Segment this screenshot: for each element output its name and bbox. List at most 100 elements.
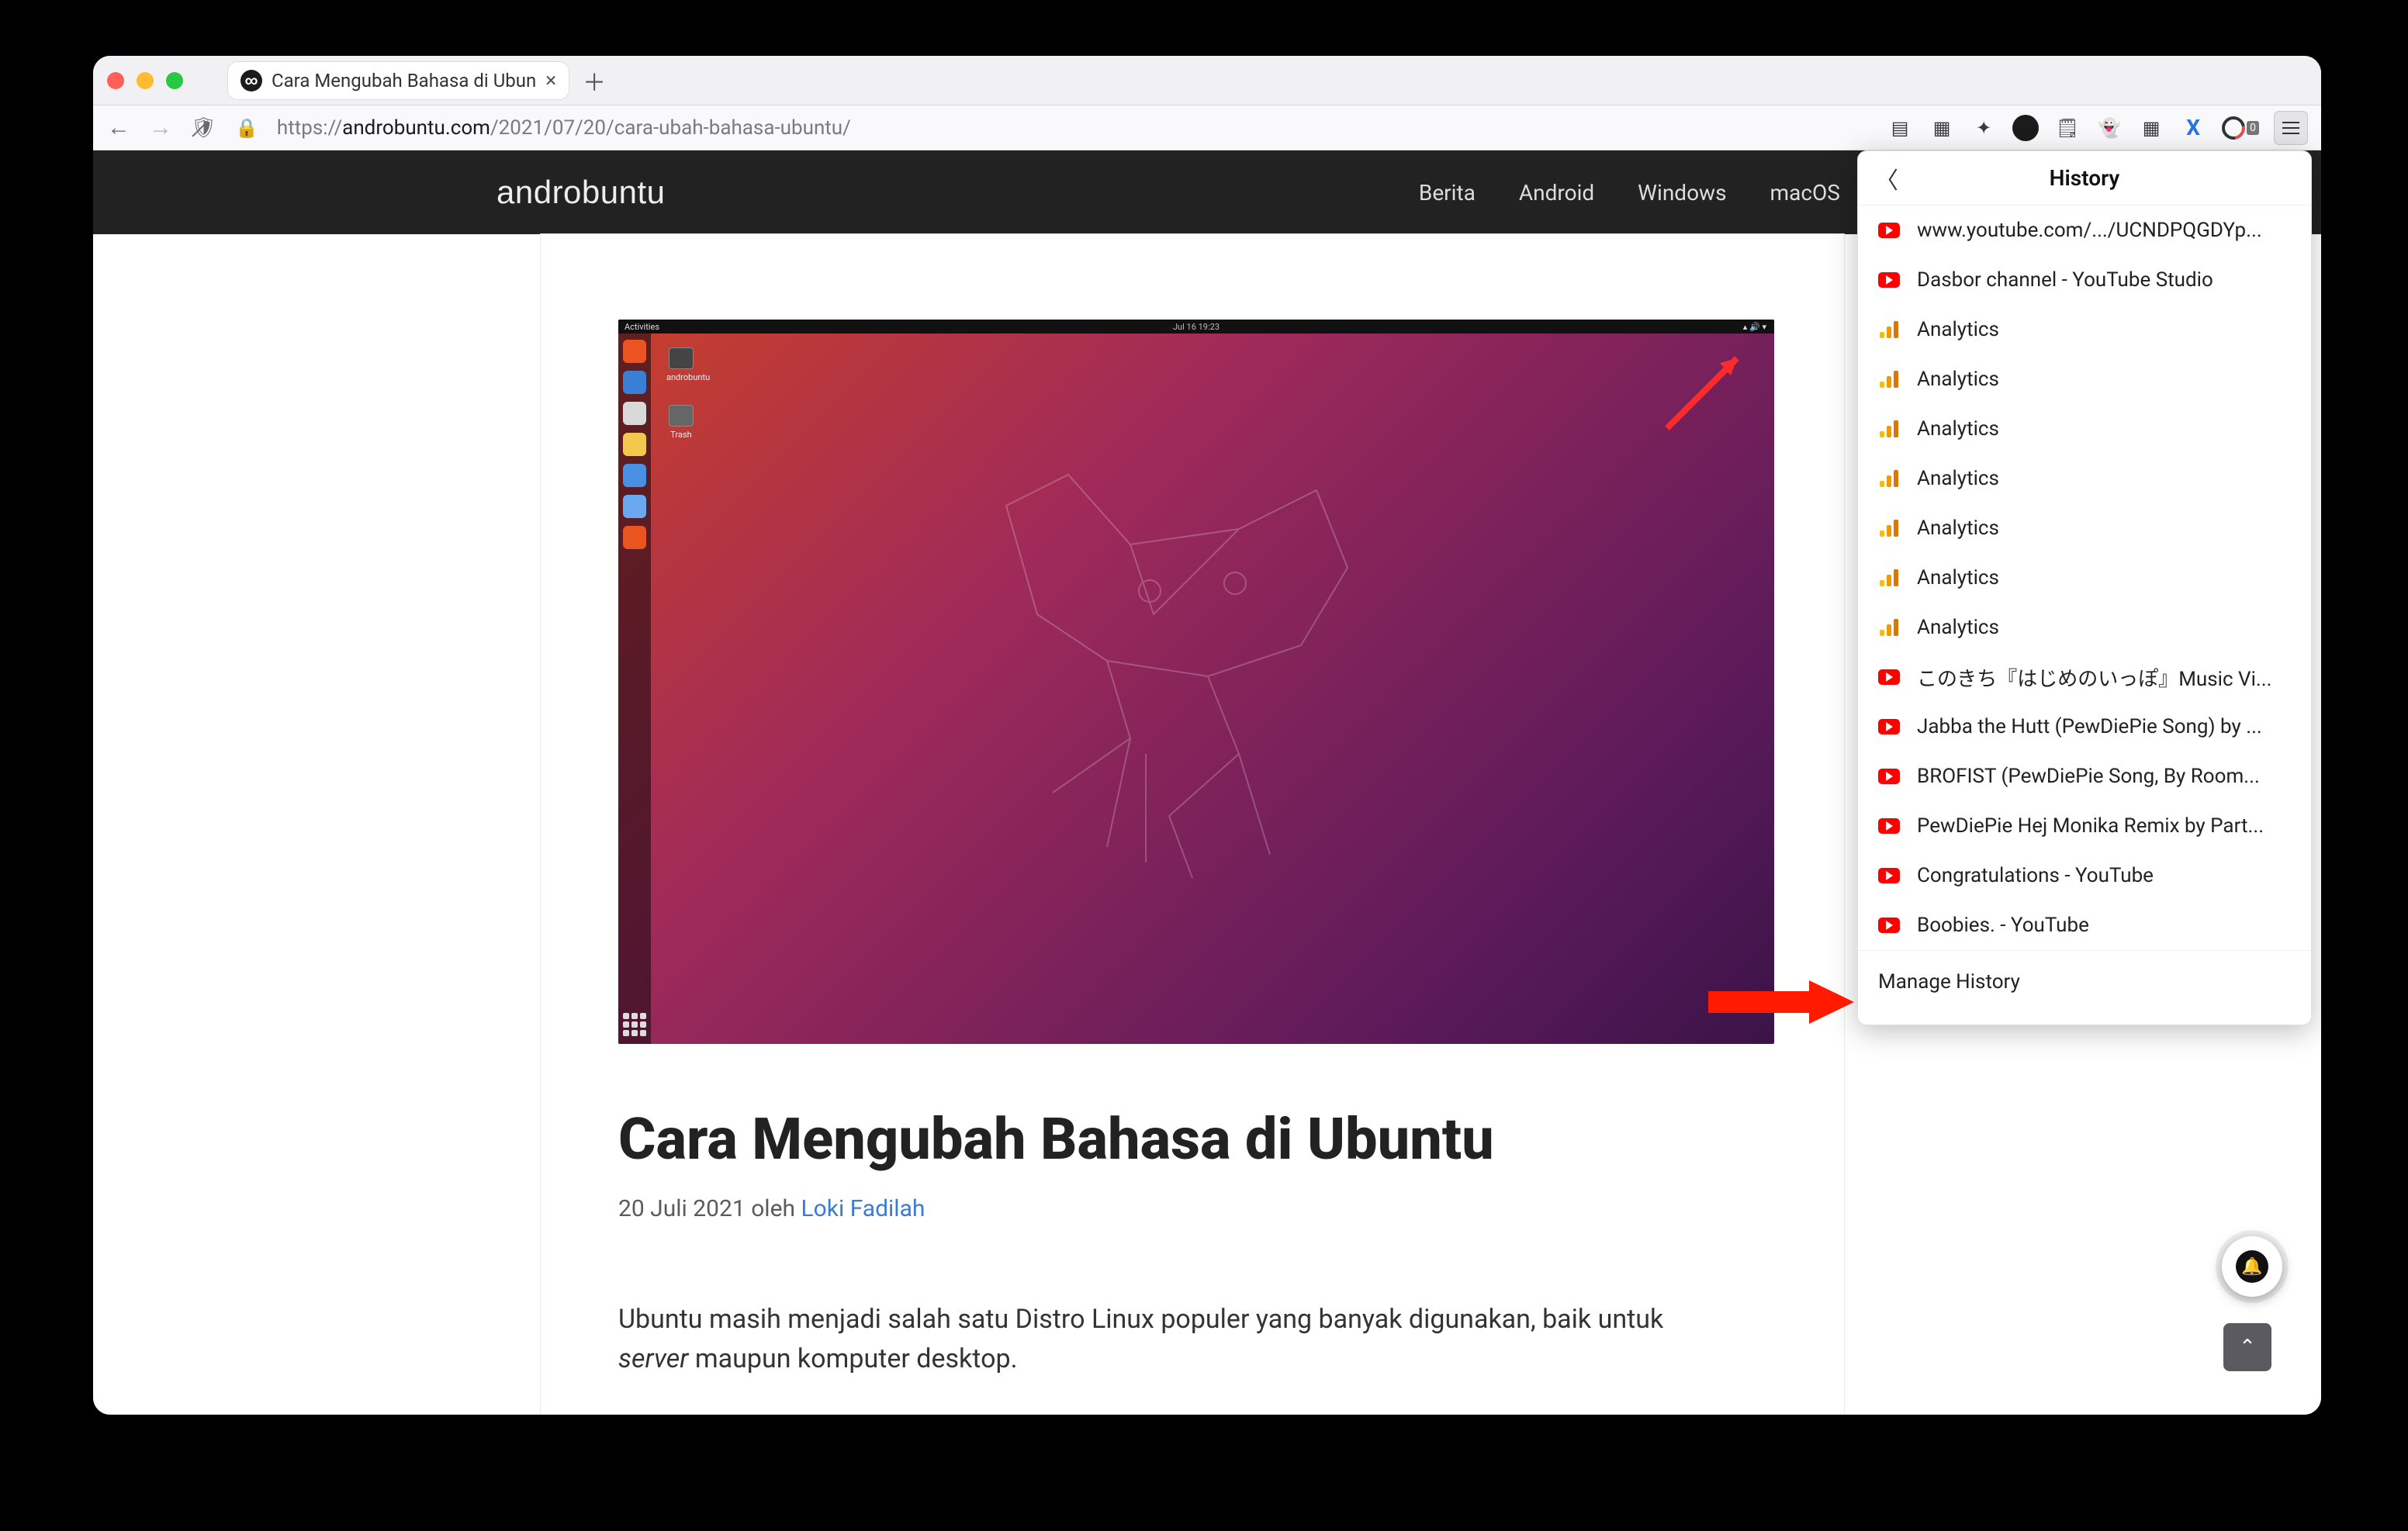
back-button[interactable]: ←: [107, 114, 130, 141]
extension-pie-icon[interactable]: 0: [2222, 116, 2259, 140]
dock-icon: [623, 495, 646, 518]
history-item[interactable]: Congratulations - YouTube: [1858, 851, 2311, 900]
history-item-label: Analytics: [1917, 417, 1999, 441]
history-item-label: PewDiePie Hej Monika Remix by Part...: [1917, 814, 2264, 838]
analytics-icon: [1878, 371, 1900, 388]
history-item[interactable]: Analytics: [1858, 305, 2311, 354]
url-field[interactable]: https://androbuntu.com/2021/07/20/cara-u…: [277, 116, 851, 140]
dock-icon: [623, 340, 646, 363]
youtube-icon: [1878, 669, 1900, 686]
new-tab-button[interactable]: ＋: [583, 64, 606, 98]
url-path: /2021/07/20/cara-ubah-bahasa-ubuntu/: [490, 116, 851, 140]
shield-off-icon[interactable]: 🛡: [191, 116, 216, 140]
history-item-label: www.youtube.com/.../UCNDPQGDYp...: [1917, 219, 2262, 242]
history-header: 〈 History: [1858, 151, 2311, 206]
history-item[interactable]: Analytics: [1858, 553, 2311, 603]
nav-berita[interactable]: Berita: [1397, 150, 1497, 234]
dock-icon: [623, 433, 646, 456]
history-list: www.youtube.com/.../UCNDPQGDYp... Dasbor …: [1858, 206, 2311, 950]
annotation-arrow: [1708, 980, 1856, 1024]
dock-icon: [623, 464, 646, 487]
tab-strip: ∞ Cara Mengubah Bahasa di Ubun × ＋: [93, 56, 2321, 105]
history-item-label: Jabba the Hutt (PewDiePie Song) by ...: [1917, 715, 2262, 738]
hero-wallpaper-cat: [913, 459, 1503, 893]
analytics-icon: [1878, 569, 1900, 586]
site-logo[interactable]: androbuntu: [496, 174, 666, 211]
hero-activities: Activities: [624, 322, 659, 332]
minimize-window-button[interactable]: [137, 72, 154, 89]
article-paragraph: Ubuntu masih menjadi salah satu Distro L…: [618, 1300, 1728, 1379]
history-item[interactable]: BROFIST (PewDiePie Song, By Room...: [1858, 752, 2311, 801]
hero-apps-icon: [623, 1013, 646, 1036]
favicon-icon: ∞: [240, 70, 262, 92]
address-bar: ← → 🛡 🔒 https://androbuntu.com/2021/07/2…: [93, 105, 2321, 150]
history-item[interactable]: Analytics: [1858, 354, 2311, 404]
zoom-window-button[interactable]: [166, 72, 183, 89]
hero-topbar: Activities Jul 16 19:23 ▴ 🔊 ▾: [618, 320, 1774, 334]
hero-dock: [618, 334, 651, 1044]
tab-close-icon[interactable]: ×: [545, 69, 556, 92]
extension-round-icon[interactable]: [2012, 115, 2039, 141]
history-item[interactable]: Analytics: [1858, 503, 2311, 553]
article-date: 20 Juli 2021: [618, 1195, 746, 1222]
history-item-label: Boobies. - YouTube: [1917, 914, 2089, 937]
youtube-icon: [1878, 718, 1900, 735]
history-item[interactable]: Analytics: [1858, 404, 2311, 454]
history-item[interactable]: Boobies. - YouTube: [1858, 900, 2311, 950]
notification-bell-button[interactable]: 🔔: [2222, 1236, 2282, 1297]
reader-icon[interactable]: ▤: [1887, 115, 1913, 141]
nav-android[interactable]: Android: [1497, 150, 1616, 234]
history-item-label: Analytics: [1917, 616, 1999, 639]
article-author[interactable]: Loki Fadilah: [801, 1195, 925, 1222]
article-meta: 20 Juli 2021 oleh Loki Fadilah: [618, 1195, 1766, 1222]
youtube-icon: [1878, 867, 1900, 884]
analytics-icon: [1878, 321, 1900, 338]
history-item[interactable]: Dasbor channel - YouTube Studio: [1858, 255, 2311, 305]
history-item[interactable]: このきち『はじめのいっぽ』Music Vi...: [1858, 652, 2311, 702]
history-back-button[interactable]: 〈: [1875, 161, 1898, 195]
analytics-icon: [1878, 619, 1900, 636]
history-title: History: [2050, 165, 2120, 191]
history-item[interactable]: Analytics: [1858, 454, 2311, 503]
nav-macos[interactable]: macOS: [1749, 150, 1862, 234]
history-item-label: BROFIST (PewDiePie Song, By Room...: [1917, 765, 2260, 788]
youtube-icon: [1878, 222, 1900, 239]
history-item-label: Analytics: [1917, 318, 1999, 341]
hero-clock: Jul 16 19:23: [1173, 322, 1220, 332]
history-item[interactable]: Analytics: [1858, 603, 2311, 652]
dock-icon: [623, 402, 646, 425]
history-panel: 〈 History www.youtube.com/.../UCNDPQGDYp…: [1857, 150, 2312, 1025]
extension-x-icon[interactable]: X: [2180, 115, 2206, 141]
app-menu-button[interactable]: [2275, 112, 2307, 144]
hero-desktop-folder: androbuntu: [666, 347, 696, 382]
history-item-label: Dasbor channel - YouTube Studio: [1917, 268, 2213, 292]
history-item-label: Analytics: [1917, 368, 1999, 391]
history-item[interactable]: www.youtube.com/.../UCNDPQGDYp...: [1858, 206, 2311, 255]
nav-windows[interactable]: Windows: [1616, 150, 1748, 234]
history-item[interactable]: PewDiePie Hej Monika Remix by Part...: [1858, 801, 2311, 851]
star-icon[interactable]: ✦: [1970, 115, 1997, 141]
history-item[interactable]: Jabba the Hutt (PewDiePie Song) by ...: [1858, 702, 2311, 752]
extension-apps-icon[interactable]: ▦: [2138, 115, 2164, 141]
forward-button: →: [149, 114, 172, 141]
active-tab[interactable]: ∞ Cara Mengubah Bahasa di Ubun ×: [228, 62, 569, 99]
article-title: Cara Mengubah Bahasa di Ubuntu: [618, 1106, 1766, 1173]
browser-window: ∞ Cara Mengubah Bahasa di Ubun × ＋ ← → 🛡…: [93, 56, 2321, 1415]
extension-note-icon[interactable]: 🗒: [2054, 115, 2081, 141]
manage-history-button[interactable]: Manage History: [1858, 950, 2311, 1012]
hero-image: Activities Jul 16 19:23 ▴ 🔊 ▾ androbuntu…: [618, 320, 1774, 1044]
dock-icon: [623, 371, 646, 394]
youtube-icon: [1878, 768, 1900, 785]
history-item-label: このきち『はじめのいっぽ』Music Vi...: [1917, 663, 2272, 692]
lock-icon[interactable]: 🔒: [235, 117, 258, 139]
scroll-top-button[interactable]: ⌃: [2223, 1323, 2271, 1371]
extension-ghost-icon[interactable]: 👻: [2096, 115, 2123, 141]
url-host: androbuntu.com: [342, 116, 490, 140]
analytics-icon: [1878, 470, 1900, 487]
history-item-label: Analytics: [1917, 467, 1999, 490]
hero-desktop-trash: Trash: [666, 405, 696, 440]
hero-annotation-arrow: [1659, 343, 1752, 436]
history-item-label: Analytics: [1917, 517, 1999, 540]
grid-icon[interactable]: ▦: [1929, 115, 1955, 141]
close-window-button[interactable]: [107, 72, 124, 89]
